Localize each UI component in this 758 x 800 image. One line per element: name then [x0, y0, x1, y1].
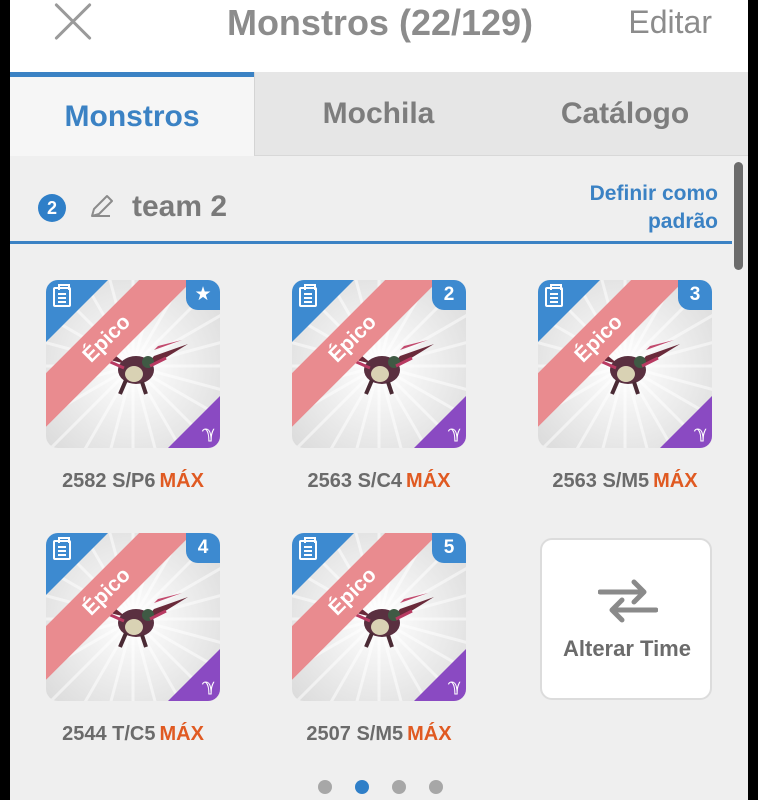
team-position-badge: ★ — [186, 280, 220, 310]
team-bar: 2 team 2 Definir como padrão — [10, 156, 732, 244]
team-position-badge: 5 — [432, 533, 466, 563]
max-level-label: MÁX — [159, 723, 204, 745]
team-position-badge: 3 — [678, 280, 712, 310]
monster-card[interactable]: Épico 3 ℽ — [538, 280, 712, 448]
monster-card[interactable]: Épico 2 ℽ — [292, 280, 466, 448]
book-icon — [545, 284, 563, 307]
power-value: 2563 S/C4 — [307, 470, 403, 492]
monster-power-label: 2582 S/P6 MÁX — [28, 470, 238, 493]
book-icon — [299, 284, 317, 307]
element-icon: ℽ — [202, 676, 215, 695]
page-dot[interactable] — [429, 780, 443, 794]
max-level-label: MÁX — [653, 470, 698, 492]
monster-power-label: 2507 S/M5 MÁX — [274, 723, 484, 746]
element-icon: ℽ — [202, 423, 215, 442]
power-value: 2582 S/P6 — [62, 470, 156, 492]
team-position-badge: 4 — [186, 533, 220, 563]
swap-arrows-icon — [598, 579, 658, 623]
book-icon — [53, 284, 71, 307]
max-level-label: MÁX — [159, 470, 204, 492]
power-value: 2507 S/M5 — [306, 723, 404, 745]
book-icon — [53, 537, 71, 560]
page-dot[interactable] — [355, 780, 369, 794]
team-name[interactable]: team 2 — [132, 190, 227, 224]
element-icon: ℽ — [694, 423, 707, 442]
header: Monstros (22/129) Editar — [10, 0, 748, 72]
pencil-icon[interactable] — [88, 192, 116, 220]
element-icon: ℽ — [448, 676, 461, 695]
element-icon: ℽ — [448, 423, 461, 442]
page-dot[interactable] — [392, 780, 406, 794]
power-value: 2563 S/M5 — [552, 470, 650, 492]
page-indicator — [308, 780, 448, 796]
scrollbar[interactable] — [734, 162, 743, 270]
switch-team-label: Alterar Time — [563, 636, 691, 661]
page-dot[interactable] — [318, 780, 332, 794]
tab-catalogo[interactable]: Catálogo — [502, 72, 748, 156]
edit-button[interactable]: Editar — [628, 4, 712, 41]
tab-mochila[interactable]: Mochila — [254, 72, 502, 156]
monster-card[interactable]: Épico ★ ℽ — [46, 280, 220, 448]
monster-power-label: 2563 S/M5 MÁX — [520, 470, 730, 493]
close-button[interactable] — [46, 0, 102, 48]
switch-team-button[interactable]: Alterar Time — [540, 538, 712, 700]
monster-power-label: 2563 S/C4 MÁX — [274, 470, 484, 493]
team-position-badge: 2 — [432, 280, 466, 310]
set-default-button[interactable]: Definir como padrão — [548, 180, 718, 236]
monsters-screen: Monstros (22/129) Editar Monstros Mochil… — [10, 0, 748, 800]
monster-card[interactable]: Épico 5 ℽ — [292, 533, 466, 701]
book-icon — [299, 537, 317, 560]
power-value: 2544 T/C5 — [62, 723, 156, 745]
max-level-label: MÁX — [406, 470, 451, 492]
tab-bar: Monstros Mochila Catálogo — [10, 72, 748, 156]
max-level-label: MÁX — [407, 723, 452, 745]
team-number-badge: 2 — [38, 194, 66, 222]
tab-monstros[interactable]: Monstros — [10, 72, 254, 156]
monster-card[interactable]: Épico 4 ℽ — [46, 533, 220, 701]
monster-power-label: 2544 T/C5 MÁX — [28, 723, 238, 746]
page-title: Monstros (22/129) — [226, 2, 534, 43]
